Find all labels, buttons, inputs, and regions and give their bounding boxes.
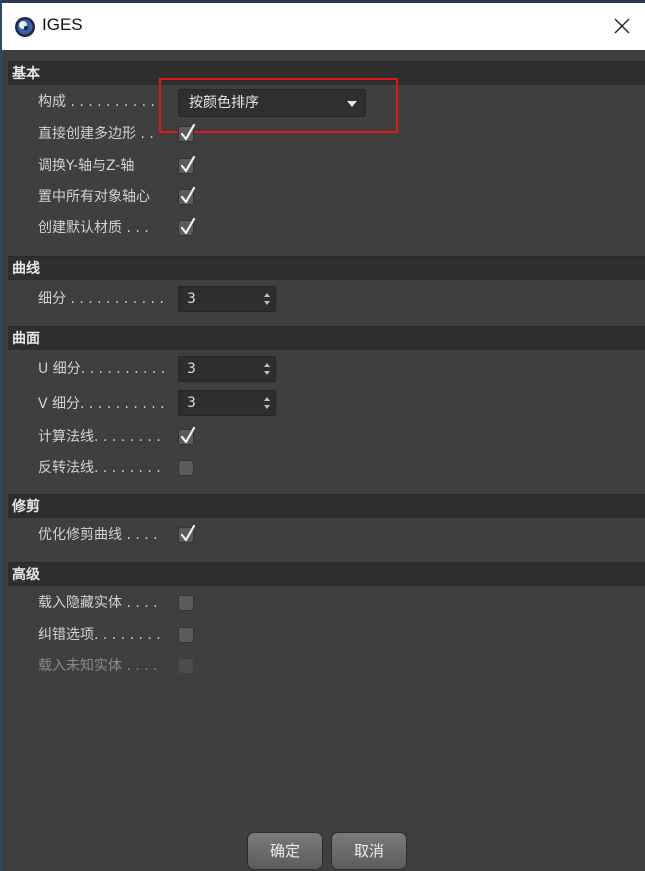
close-icon: [614, 18, 630, 34]
calc-normals-label: 计算法线. . . . . . . .: [38, 429, 161, 445]
create-polygon-label: 直接创建多边形 . .: [38, 126, 154, 142]
optimize-trim-label: 优化修剪曲线 . . . .: [38, 527, 158, 543]
load-unknown-checkbox[interactable]: [178, 658, 194, 674]
section-header-trim[interactable]: 修剪: [8, 494, 645, 518]
checkmark-icon: [180, 156, 196, 173]
spinner-arrows-icon: [264, 397, 270, 409]
u-subdivision-value: 3: [187, 361, 196, 377]
composition-value: 按颜色排序: [189, 95, 259, 111]
curve-subdivision-value: 3: [187, 291, 196, 307]
checkmark-icon: [180, 525, 196, 542]
v-subdivision-label: V 细分. . . . . . . . . .: [38, 396, 165, 412]
error-option-label: 纠错选项. . . . . . . .: [38, 627, 161, 643]
cinema4d-app-icon: [14, 16, 36, 38]
section-header-advanced[interactable]: 高级: [8, 562, 645, 586]
title-bar[interactable]: IGES: [2, 3, 645, 50]
center-axes-label: 置中所有对象轴心: [38, 189, 150, 205]
flip-normals-label: 反转法线. . . . . . . .: [38, 460, 161, 476]
window-title: IGES: [42, 15, 83, 34]
section-header-basic[interactable]: 基本: [8, 61, 645, 85]
calc-normals-checkbox[interactable]: [178, 427, 196, 445]
optimize-trim-checkbox[interactable]: [178, 525, 196, 543]
default-material-label: 创建默认材质 . . .: [38, 220, 149, 236]
default-material-checkbox[interactable]: [178, 218, 196, 236]
section-header-surface[interactable]: 曲面: [8, 326, 645, 350]
composition-label: 构成 . . . . . . . . . .: [38, 94, 156, 110]
u-subdivision-label: U 细分. . . . . . . . . .: [38, 361, 166, 377]
ok-button[interactable]: 确定: [247, 832, 323, 870]
load-hidden-checkbox[interactable]: [178, 595, 194, 611]
cancel-button[interactable]: 取消: [331, 832, 407, 870]
load-unknown-label: 载入未知实体 . . . .: [38, 658, 158, 674]
checkmark-icon: [180, 124, 196, 141]
flip-normals-checkbox[interactable]: [178, 460, 194, 476]
swap-yz-label: 调换Y-轴与Z-轴: [38, 158, 135, 174]
swap-yz-checkbox[interactable]: [178, 156, 196, 174]
center-axes-checkbox[interactable]: [178, 187, 196, 205]
dialog-content: 基本 构成 . . . . . . . . . . 按颜色排序 直接创建多边形 …: [2, 50, 645, 871]
spinner-arrows-icon: [264, 293, 270, 305]
error-option-checkbox[interactable]: [178, 627, 194, 643]
section-header-curve[interactable]: 曲线: [8, 256, 645, 280]
spinner-arrows-icon: [264, 363, 270, 375]
curve-subdivision-spinner[interactable]: 3: [178, 286, 276, 312]
checkmark-icon: [180, 427, 196, 444]
create-polygon-checkbox[interactable]: [178, 124, 196, 142]
v-subdivision-value: 3: [187, 395, 196, 411]
close-button[interactable]: [605, 9, 639, 43]
chevron-down-icon: [347, 101, 357, 107]
composition-dropdown[interactable]: 按颜色排序: [178, 89, 366, 117]
checkmark-icon: [180, 218, 196, 235]
curve-subdivision-label: 细分 . . . . . . . . . . .: [38, 291, 164, 307]
load-hidden-label: 载入隐藏实体 . . . .: [38, 595, 158, 611]
checkmark-icon: [180, 187, 196, 204]
u-subdivision-spinner[interactable]: 3: [178, 356, 276, 382]
v-subdivision-spinner[interactable]: 3: [178, 390, 276, 416]
